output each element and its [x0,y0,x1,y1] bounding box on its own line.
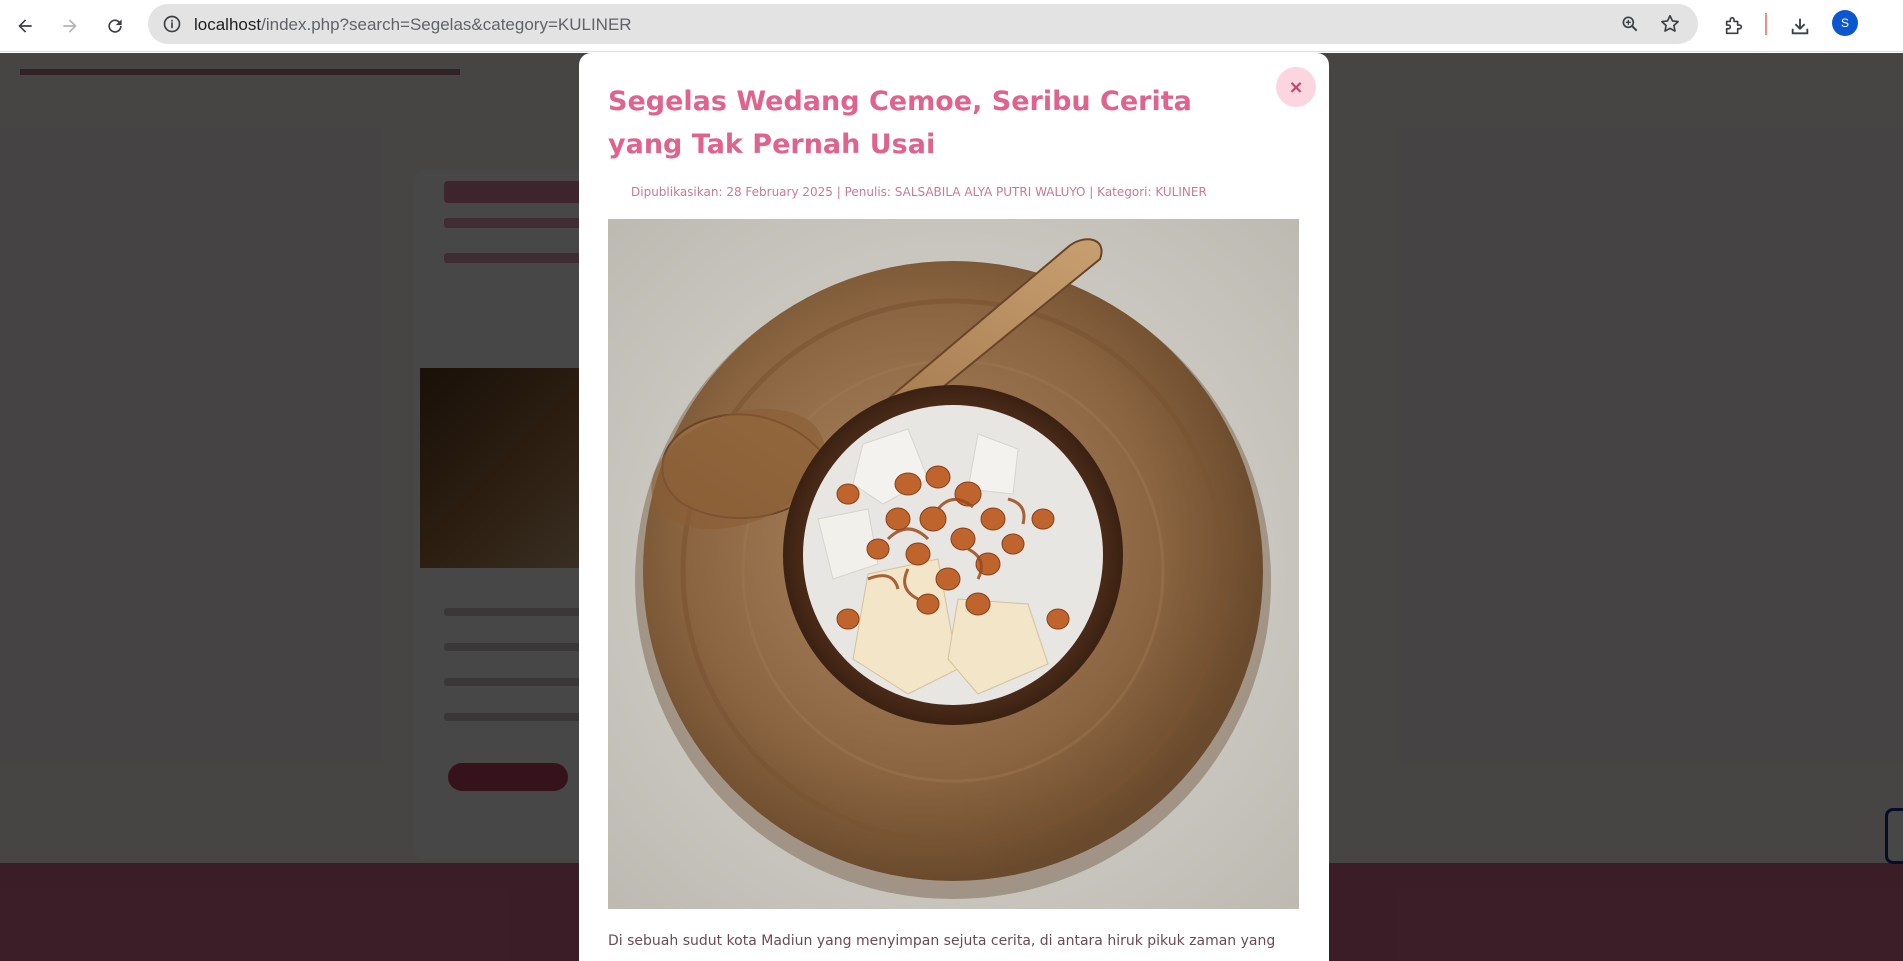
downloads-icon [1791,18,1809,35]
downloads-button[interactable] [1784,10,1816,42]
zoom-button[interactable] [1618,12,1642,36]
article-title: Segelas Wedang Cemoe, Seribu Cerita yang… [608,86,1192,160]
bookmark-button[interactable] [1658,12,1682,36]
article-meta: Dipublikasikan: 28 February 2025 | Penul… [631,185,1207,199]
bookmark-star-icon [1661,14,1679,32]
wedang-cemoe-photo [608,219,1299,909]
forward-icon [63,19,77,33]
forward-button[interactable] [52,8,88,44]
article-image [608,219,1299,909]
toolbar-separator [1765,13,1767,35]
site-info-icon [163,15,181,33]
close-button[interactable]: × [1276,67,1316,107]
profile-avatar[interactable]: S [1832,10,1858,36]
address-bar[interactable]: localhost/index.php?search=Segelas&categ… [148,4,1698,44]
extensions-icon [1725,16,1743,35]
zoom-icon [1622,16,1638,32]
url-text[interactable]: localhost/index.php?search=Segelas&categ… [194,15,632,35]
back-button[interactable] [7,8,43,44]
url-path: /index.php?search=Segelas&category=KULIN… [261,15,632,34]
site-info-button[interactable] [158,10,186,38]
back-icon [18,19,32,33]
extensions-button[interactable] [1718,10,1750,42]
browser-toolbar: localhost/index.php?search=Segelas&categ… [0,0,1903,52]
article-body-text: Di sebuah sudut kota Madiun yang menyimp… [608,933,1276,949]
close-icon: × [1288,76,1304,98]
reload-button[interactable] [97,8,133,44]
url-host: localhost [194,15,262,34]
reload-icon [108,19,122,33]
article-modal: × Segelas Wedang Cemoe, Seribu Cerita ya… [579,53,1329,961]
